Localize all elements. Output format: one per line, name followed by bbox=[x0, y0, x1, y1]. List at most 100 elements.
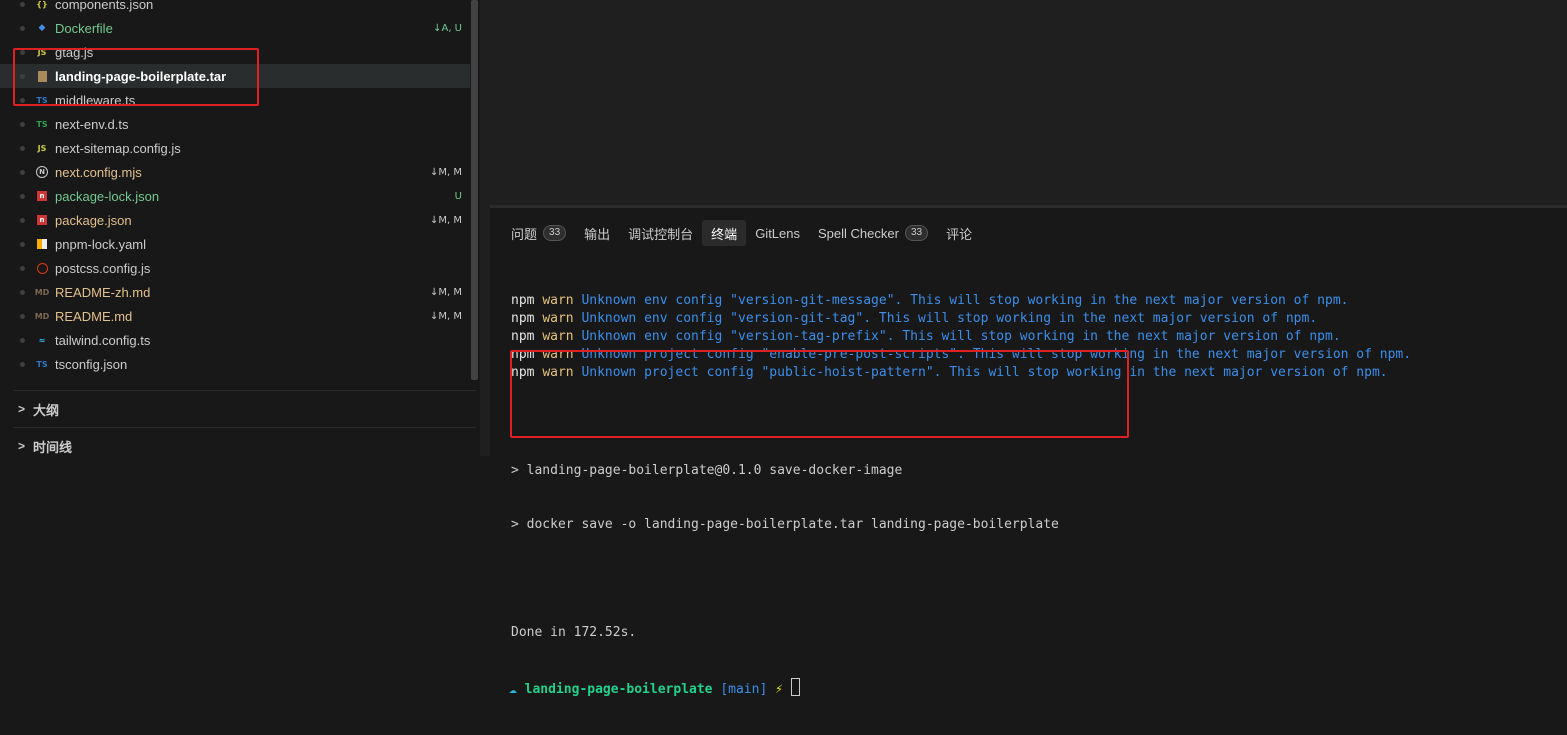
output-line: > landing-page-boilerplate@0.1.0 save-do… bbox=[511, 463, 903, 478]
file-item[interactable]: {} components.json bbox=[0, 0, 470, 16]
tab-label: 输出 bbox=[584, 226, 611, 242]
file-name: postcss.config.js bbox=[55, 260, 151, 276]
git-status-badge: ↓M, M bbox=[430, 214, 462, 226]
file-item[interactable]: pnpm-lock.yaml bbox=[0, 232, 470, 256]
file-name: tsconfig.json bbox=[55, 356, 128, 372]
postcss-icon bbox=[35, 261, 49, 275]
json-icon: {} bbox=[36, 0, 48, 9]
editor-area bbox=[490, 0, 1567, 205]
tab-label: 问题 bbox=[511, 226, 538, 242]
pnpm-icon bbox=[35, 237, 49, 251]
warning-line: npm warn Unknown env config "version-tag… bbox=[511, 328, 1411, 346]
markdown-icon: MD bbox=[34, 287, 50, 297]
panel-tabs: 问题 33 输出 调试控制台 终端 GitLens Spell Checker 33 评论 bbox=[502, 220, 981, 246]
warning-text: Unknown env config "version-git-message"… bbox=[581, 293, 1349, 308]
warn-prefix-npm: npm bbox=[511, 329, 535, 344]
git-status-badge: U bbox=[454, 190, 462, 202]
file-item[interactable]: n package.json ↓M, M bbox=[0, 208, 470, 232]
file-name: README-zh.md bbox=[55, 284, 151, 300]
git-status-badge: ↓M, M bbox=[430, 166, 462, 178]
git-status-badge: ↓M, M bbox=[430, 286, 462, 298]
tab-label: 终端 bbox=[711, 226, 738, 242]
next-icon: N bbox=[35, 165, 49, 179]
file-name: next-sitemap.config.js bbox=[55, 140, 181, 156]
file-item[interactable]: TS next-env.d.ts bbox=[0, 112, 470, 136]
indent-dot bbox=[20, 1, 25, 7]
warn-prefix-npm: npm bbox=[511, 293, 535, 308]
prompt-symbol: ⚡ bbox=[775, 682, 783, 697]
explorer-scrollbar[interactable] bbox=[471, 0, 478, 380]
warn-prefix-warn: warn bbox=[542, 293, 574, 308]
section-outline[interactable]: > 大纲 bbox=[0, 397, 478, 421]
output-line: > docker save -o landing-page-boilerplat… bbox=[511, 517, 1059, 532]
indent-dot bbox=[20, 193, 25, 199]
warning-text: Unknown env config "version-tag-prefix".… bbox=[581, 329, 1341, 344]
file-item[interactable]: postcss.config.js bbox=[0, 256, 470, 280]
file-item[interactable]: ◆ Dockerfile ↓A, U bbox=[0, 16, 470, 40]
panel-tab[interactable]: 评论 bbox=[937, 220, 981, 246]
chevron-right-icon: > bbox=[18, 402, 26, 416]
bottom-panel: 问题 33 输出 调试控制台 终端 GitLens Spell Checker 33 评论 np… bbox=[490, 208, 1567, 697]
indent-dot bbox=[20, 265, 25, 271]
section-timeline-label: 时间线 bbox=[33, 439, 73, 455]
cloud-icon: ☁ bbox=[509, 682, 517, 697]
file-name: package-lock.json bbox=[55, 188, 160, 204]
file-name: Dockerfile bbox=[55, 20, 113, 36]
terminal-prompt: ☁ landing-page-boilerplate [main] ⚡ bbox=[509, 678, 1411, 699]
output-line: Done in 172.52s. bbox=[511, 625, 637, 640]
file-name: tailwind.config.ts bbox=[55, 332, 151, 348]
panel-tab[interactable]: 输出 bbox=[575, 220, 619, 246]
sash[interactable] bbox=[480, 0, 490, 456]
prompt-branch: [main] bbox=[720, 682, 768, 697]
file-name: pnpm-lock.yaml bbox=[55, 236, 147, 252]
tab-label: 评论 bbox=[946, 226, 973, 242]
file-name: components.json bbox=[55, 0, 154, 12]
warn-prefix-warn: warn bbox=[542, 329, 574, 344]
count-badge: 33 bbox=[904, 225, 929, 241]
panel-tab[interactable]: Spell Checker 33 bbox=[809, 220, 937, 246]
tab-label: Spell Checker bbox=[818, 225, 899, 241]
indent-dot bbox=[20, 25, 25, 31]
file-item[interactable]: ≈ tailwind.config.ts bbox=[0, 328, 470, 352]
indent-dot bbox=[20, 169, 25, 175]
indent-dot bbox=[20, 241, 25, 247]
panel-tab[interactable]: 调试控制台 bbox=[619, 220, 702, 246]
file-name: README.md bbox=[55, 308, 133, 324]
file-item[interactable]: Nnext.config.mjs ↓M, M bbox=[0, 160, 470, 184]
npm-icon: n bbox=[35, 189, 49, 203]
warn-prefix-npm: npm bbox=[511, 311, 535, 326]
warn-prefix-warn: warn bbox=[542, 311, 574, 326]
indent-dot bbox=[20, 121, 25, 127]
panel-tab[interactable]: 终端 bbox=[702, 220, 747, 246]
panel-tab[interactable]: GitLens bbox=[746, 220, 809, 246]
terminal-cursor bbox=[790, 678, 800, 696]
file-item[interactable]: JS next-sitemap.config.js bbox=[0, 136, 470, 160]
file-item[interactable]: TS tsconfig.json bbox=[0, 352, 470, 376]
ts-icon: TS bbox=[36, 119, 48, 129]
indent-dot bbox=[20, 289, 25, 295]
count-badge: 33 bbox=[543, 225, 567, 241]
terminal-output[interactable]: npm warn Unknown env config "version-git… bbox=[509, 256, 1411, 735]
prompt-dir: landing-page-boilerplate bbox=[524, 682, 713, 697]
file-name: package.json bbox=[55, 212, 132, 228]
tab-label: GitLens bbox=[755, 225, 800, 241]
file-item[interactable]: MD README.md ↓M, M bbox=[0, 304, 470, 328]
warning-line: npm warn Unknown env config "version-git… bbox=[511, 292, 1411, 310]
section-divider bbox=[14, 390, 476, 391]
markdown-icon: MD bbox=[34, 311, 50, 321]
section-outline-label: 大纲 bbox=[33, 402, 60, 418]
panel-tab[interactable]: 问题 33 bbox=[502, 220, 575, 246]
section-divider bbox=[14, 427, 476, 428]
git-status-badge: ↓M, M bbox=[430, 310, 462, 322]
warning-text: Unknown env config "version-git-tag". Th… bbox=[581, 311, 1318, 326]
npm-icon: n bbox=[35, 213, 49, 227]
highlight-box-file bbox=[13, 48, 259, 106]
section-timeline[interactable]: > 时间线 bbox=[0, 434, 478, 458]
git-status-badge: ↓A, U bbox=[433, 22, 462, 34]
file-item[interactable]: MD README-zh.md ↓M, M bbox=[0, 280, 470, 304]
file-item[interactable]: n package-lock.json U bbox=[0, 184, 470, 208]
indent-dot bbox=[20, 313, 25, 319]
indent-dot bbox=[20, 361, 25, 367]
indent-dot bbox=[20, 337, 25, 343]
